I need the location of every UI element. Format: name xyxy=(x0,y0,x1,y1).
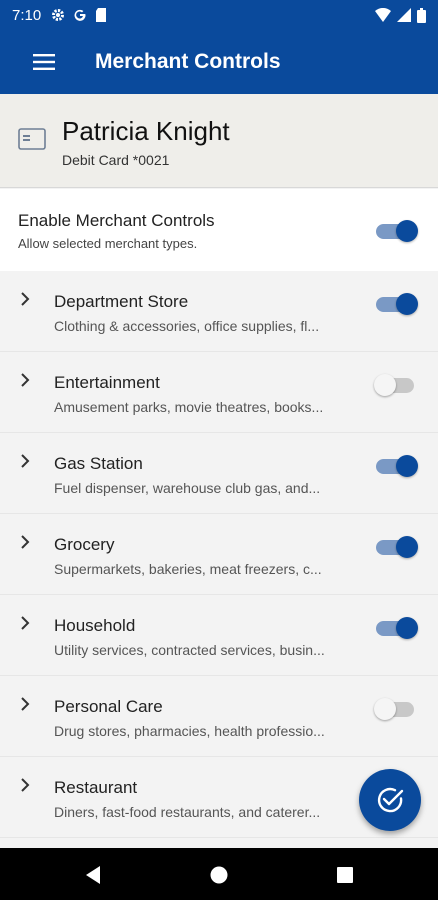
merchant-toggle[interactable] xyxy=(374,615,418,641)
nav-recents-button[interactable] xyxy=(332,862,358,888)
nav-back-button[interactable] xyxy=(80,862,106,888)
merchant-row-grocery[interactable]: Grocery Supermarkets, bakeries, meat fre… xyxy=(0,514,438,595)
merchant-toggle[interactable] xyxy=(374,534,418,560)
status-bar: 7:10 xyxy=(0,0,438,30)
battery-icon xyxy=(417,7,426,23)
merchant-subtitle: Clothing & accessories, office supplies,… xyxy=(54,318,320,334)
credit-card-icon xyxy=(18,128,46,150)
sd-card-icon xyxy=(96,8,107,22)
card-number: Debit Card *0021 xyxy=(62,152,170,168)
wifi-icon xyxy=(375,8,391,22)
back-triangle-icon xyxy=(86,866,100,884)
chevron-right-icon[interactable] xyxy=(18,777,32,793)
google-icon xyxy=(74,9,86,21)
account-header: Patricia Knight Debit Card *0021 xyxy=(0,94,438,188)
merchant-subtitle: Drug stores, pharmacies, health professi… xyxy=(54,723,325,739)
merchant-title: Department Store xyxy=(54,292,189,311)
merchant-title: Entertainment xyxy=(54,373,160,392)
merchant-row-entertainment[interactable]: Entertainment Amusement parks, movie the… xyxy=(0,352,438,433)
check-circle-icon xyxy=(377,787,404,813)
merchant-subtitle: Diners, fast-food restaurants, and cater… xyxy=(54,804,321,820)
app-bar: Merchant Controls xyxy=(0,30,438,94)
merchant-toggle[interactable] xyxy=(374,453,418,479)
merchant-subtitle: Fuel dispenser, warehouse club gas, and.… xyxy=(54,480,321,496)
save-fab-button[interactable] xyxy=(359,769,421,831)
status-time: 7:10 xyxy=(12,6,42,24)
merchant-subtitle: Amusement parks, movie theatres, books..… xyxy=(54,399,324,415)
chevron-right-icon[interactable] xyxy=(18,372,32,388)
chevron-right-icon[interactable] xyxy=(18,534,32,550)
signal-icon xyxy=(397,8,411,22)
merchant-title: Gas Station xyxy=(54,454,143,473)
page-title: Merchant Controls xyxy=(95,50,281,73)
account-holder-name: Patricia Knight xyxy=(62,116,230,146)
enable-merchant-controls-toggle[interactable] xyxy=(374,218,418,244)
merchant-title: Household xyxy=(54,616,136,635)
nav-home-button[interactable] xyxy=(206,862,232,888)
merchant-title: Restaurant xyxy=(54,778,138,797)
enable-title: Enable Merchant Controls xyxy=(18,211,215,230)
merchant-subtitle: Utility services, contracted services, b… xyxy=(54,642,325,658)
merchant-row-household[interactable]: Household Utility services, contracted s… xyxy=(0,595,438,676)
recents-square-icon xyxy=(337,867,353,883)
merchant-row-personal-care[interactable]: Personal Care Drug stores, pharmacies, h… xyxy=(0,676,438,757)
merchant-toggle[interactable] xyxy=(374,291,418,317)
merchant-list: Department Store Clothing & accessories,… xyxy=(0,271,438,838)
merchant-title: Grocery xyxy=(54,535,115,554)
merchant-title: Personal Care xyxy=(54,697,163,716)
merchant-toggle[interactable] xyxy=(374,372,418,398)
gear-icon xyxy=(52,9,65,21)
home-circle-icon xyxy=(210,866,228,884)
chevron-right-icon[interactable] xyxy=(18,696,32,712)
merchant-subtitle: Supermarkets, bakeries, meat freezers, c… xyxy=(54,561,322,577)
system-nav-bar xyxy=(0,848,438,900)
merchant-row-department-store[interactable]: Department Store Clothing & accessories,… xyxy=(0,271,438,352)
merchant-row-gas-station[interactable]: Gas Station Fuel dispenser, warehouse cl… xyxy=(0,433,438,514)
hamburger-menu-button[interactable] xyxy=(21,39,67,85)
chevron-right-icon[interactable] xyxy=(18,291,32,307)
hamburger-menu-icon xyxy=(33,54,55,70)
chevron-right-icon[interactable] xyxy=(18,453,32,469)
enable-merchant-controls-row: Enable Merchant Controls Allow selected … xyxy=(0,189,438,271)
chevron-right-icon[interactable] xyxy=(18,615,32,631)
merchant-toggle[interactable] xyxy=(374,696,418,722)
enable-subtitle: Allow selected merchant types. xyxy=(18,236,198,251)
